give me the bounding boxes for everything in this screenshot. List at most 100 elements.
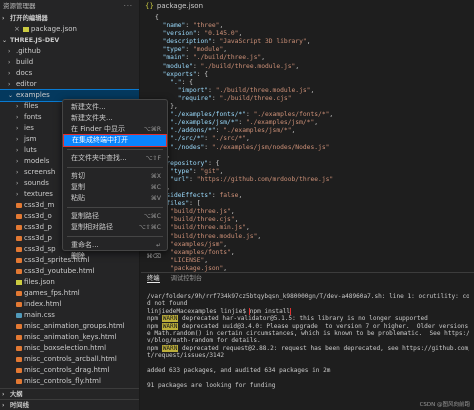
open-editor-item[interactable]: × package.json [0,24,139,35]
json-file-icon [16,279,22,285]
tree-file[interactable]: files.json [0,277,139,288]
code-line: "examples/jsm", [141,241,474,249]
tree-folder[interactable]: › docs [0,68,139,79]
close-icon[interactable]: × [14,25,20,33]
context-menu-item[interactable]: 在文件夹中查找... ⌥⇧F [63,153,167,164]
context-menu-item[interactable]: 新建文件... [63,102,167,113]
terminal-output[interactable]: /var/folders/9h/rrf734k97cz5btqybqsn_k98… [147,293,469,389]
context-menu-item[interactable]: 重命名... ↵ [63,240,167,251]
tree-file[interactable]: misc_boxselection.html [0,343,139,354]
code-view[interactable]: { "name": "three", "version": "0.145.0",… [141,14,474,281]
tree-item-label: games_fps.html [24,289,80,297]
menu-separator [67,236,163,237]
tree-item-label: editor [16,80,37,88]
context-menu-item[interactable]: 复制路径 ⌥⌘C [63,211,167,222]
tree-folder[interactable]: › .github [0,46,139,57]
terminal-line: npm WARN deprecated har-validator@5.1.5:… [147,315,469,323]
tree-file[interactable]: css3d_youtube.html [0,266,139,277]
tree-file[interactable]: games_fps.html [0,288,139,299]
menu-item-label: 删除 [71,252,85,260]
code-token: , [238,192,243,200]
terminal-line: v/blog/math-random for details. [147,337,261,345]
json-braces-icon: {} [145,2,154,10]
outline-label: 大纲 [10,391,23,398]
breadcrumb[interactable]: {} package.json [141,0,474,12]
editor-area[interactable]: {} package.json { "name": "three", "versi… [141,0,474,280]
code-token: : [185,54,193,62]
code-token: , [234,216,239,224]
code-token: : { [196,70,209,78]
context-menu-item[interactable]: 粘贴 ⌘V [63,193,167,204]
code-token: "./build/three.cjs" [219,94,292,102]
menu-item-shortcut: ⌥⇧⌘C [138,224,161,231]
code-token: : { [208,159,220,167]
tree-item-label: screensh [24,168,56,176]
code-token: "git" [200,167,220,175]
code-line: "name": "three", [141,22,474,30]
context-menu-item[interactable]: 复制相对路径 ⌥⇧⌘C [63,222,167,233]
tree-file[interactable]: misc_animation_groups.html [0,321,139,332]
tree-file[interactable]: misc_controls_arcball.html [0,354,139,365]
code-line: "import": "./build/three.module.js", [141,87,474,95]
context-menu-item[interactable]: 复制 ⌘C [63,182,167,193]
chevron-right-icon: › [8,59,11,66]
tree-file[interactable]: misc_controls_fly.html [0,376,139,387]
context-menu-item[interactable]: 剪切 ⌘X [63,171,167,182]
context-menu-item[interactable]: 新建文件夹... [63,113,167,124]
menu-separator [67,207,163,208]
menu-item-label: 新建文件... [71,103,106,111]
tree-file[interactable]: misc_controls_drag.html [0,365,139,376]
code-line: "build/three.min.js", [141,224,474,232]
code-token: , [230,248,235,256]
code-token: "module" [192,46,224,54]
panel-tabs: 终端 调试控制台 [141,273,474,285]
chevron-right-icon: › [16,103,19,110]
open-editors-section[interactable]: › 打开的编辑器 [0,13,139,24]
chevron-right-icon: › [16,147,19,154]
tree-item-label: misc_animation_groups.html [24,322,125,330]
tree-item-label: index.html [24,300,62,308]
tree-item-label: misc_controls_drag.html [24,366,110,374]
menu-item-shortcut: ⌘C [150,184,161,191]
timeline-section[interactable]: › 时间线 [0,399,139,410]
tree-folder[interactable]: › build [0,57,139,68]
code-token: "url" [170,175,190,183]
outline-section[interactable]: › 大纲 [0,388,139,399]
tree-file[interactable]: main.css [0,310,139,321]
html-file-icon [16,257,22,263]
code-line: "build/three.module.js", [141,233,474,241]
code-token: "description" [162,38,212,46]
project-section[interactable]: ⌄ THREE.JS-DEV [0,35,139,46]
code-token: : [204,135,212,143]
html-file-icon [16,345,22,351]
menu-item-label: 重命名... [71,241,99,249]
menu-item-label: 剪切 [71,172,85,180]
tab-debug-console[interactable]: 调试控制台 [171,275,202,282]
code-line: "require": "./build/three.cjs" [141,95,474,103]
tree-file[interactable]: index.html [0,299,139,310]
tree-item-label: files.json [24,278,55,286]
context-menu-item[interactable]: 删除 ⌘⌫ [63,251,167,262]
tree-file[interactable]: misc_animation_keys.html [0,332,139,343]
tree-item-label: sounds [24,179,49,187]
code-token: "version" [162,30,197,38]
code-line: "LICENSE", [141,257,474,265]
html-file-icon [16,301,22,307]
menu-separator [67,149,163,150]
code-token: "module" [162,62,193,70]
context-menu-item[interactable]: 在 Finder 中显示 ⌥⌘R [63,124,167,135]
code-line: ".": { [141,79,474,87]
tab-terminal[interactable]: 终端 [147,275,160,283]
menu-item-shortcut: ⌘V [150,195,161,202]
more-actions-icon[interactable]: ··· [124,0,133,13]
chevron-right-icon: › [16,158,19,165]
context-menu-item[interactable]: 在集成终端中打开 [63,134,167,147]
code-token: , [223,46,228,54]
explorer-title: 资源管理器 ··· [0,0,139,13]
code-token: , [246,224,250,232]
code-token: "three" [192,22,220,30]
menu-item-label: 新建文件夹... [71,114,113,122]
tree-folder[interactable]: › editor [0,79,139,90]
code-token: , [261,54,265,62]
